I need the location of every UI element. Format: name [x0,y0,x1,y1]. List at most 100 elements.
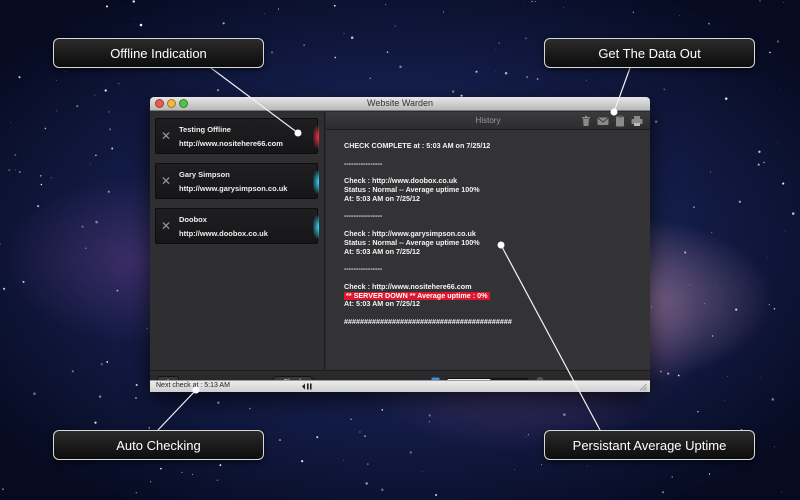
title-bar[interactable]: Website Warden [150,97,650,111]
star [366,463,369,466]
star [525,436,527,438]
star [216,479,219,482]
star [160,467,162,470]
star [523,3,524,5]
star [359,431,361,433]
log-separator: ---------------- [344,264,383,274]
star [773,308,776,310]
history-toolbar: History [326,112,650,130]
star [767,256,768,258]
star [132,0,135,3]
star [135,492,138,494]
star [40,183,43,186]
star [22,280,25,283]
star [301,460,304,463]
star [135,383,138,387]
star [111,147,114,150]
star [475,70,478,73]
star [435,494,438,496]
star [56,80,57,82]
star [526,76,529,79]
resize-grip-icon[interactable] [639,383,647,391]
star [689,284,691,286]
star [585,79,587,81]
star [249,407,251,410]
printer-icon[interactable] [631,115,643,127]
offline-indicator [313,125,319,149]
star [724,400,726,401]
log-header: CHECK COMPLETE at : 5:03 AM on 7/25/12 [344,141,491,150]
star [181,471,183,474]
star [504,71,508,75]
star [654,120,658,123]
star [123,298,125,300]
star [278,439,282,442]
clipboard-icon[interactable] [614,115,626,127]
star [531,0,533,3]
star [671,476,673,478]
star [44,127,47,130]
star [235,499,236,500]
star [422,471,423,472]
star [791,212,795,215]
log-time: At: 5:03 AM on 7/25/12 [344,193,421,203]
close-x-icon[interactable]: ✕ [161,129,171,143]
star [94,421,97,424]
star [738,200,741,203]
star [771,398,775,401]
star [139,23,143,27]
star [768,303,770,306]
star [563,6,564,8]
star [735,308,738,311]
star [369,77,371,80]
star [541,464,542,466]
site-name: Doobox [179,215,207,224]
star [217,401,220,404]
star [94,94,96,96]
star [104,89,107,92]
star [64,71,66,73]
star [779,88,781,90]
star [650,306,653,308]
star [316,436,319,439]
star [213,477,214,479]
star [76,104,79,108]
star [106,361,109,363]
star [784,230,786,232]
close-x-icon[interactable]: ✕ [161,219,171,233]
star [2,488,4,491]
star [704,303,706,305]
star [108,128,112,131]
star [660,370,662,373]
history-panel: History CHECK COMPLETE at : 5:03 AM on 7… [326,112,650,392]
star [108,111,110,113]
star [782,182,785,185]
site-card[interactable]: ✕ Doobox http://www.doobox.co.uk [155,208,319,244]
site-card[interactable]: ✕ Gary Simpson http://www.garysimpson.co… [155,163,319,199]
star [724,97,728,100]
star [693,206,695,208]
star [40,175,42,177]
star [216,89,220,92]
star [757,163,760,166]
star [498,42,500,44]
star [399,65,402,69]
star [632,11,635,14]
pause-icon[interactable] [302,383,316,390]
star [514,469,516,470]
site-url: http://www.garysimpson.co.uk [179,184,288,193]
star [15,169,17,171]
star [759,377,761,379]
app-window: Website Warden ✕ Testing Offline http://… [150,97,650,392]
log-time: At: 5:03 AM on 7/25/12 [344,246,421,256]
star [18,76,21,79]
site-card[interactable]: ✕ Testing Offline http://www.nositehere6… [155,118,319,154]
star [711,231,713,234]
status-bar: Next check at : 5:13 AM [150,380,650,392]
trash-icon[interactable] [580,115,592,127]
star [277,8,280,10]
star [394,25,396,27]
mail-icon[interactable] [597,115,609,127]
close-x-icon[interactable]: ✕ [161,174,171,188]
star [107,190,110,193]
